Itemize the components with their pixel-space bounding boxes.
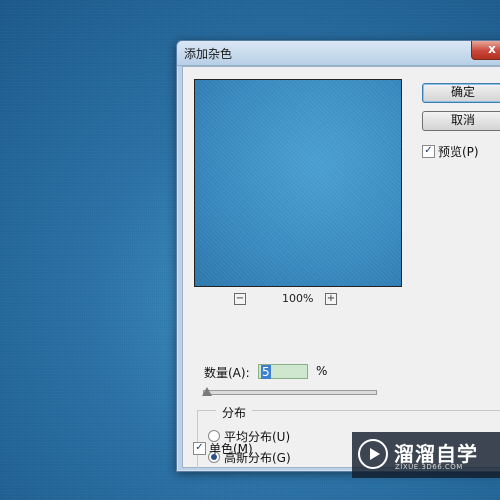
preview-checkbox[interactable]: ✓ xyxy=(422,145,435,158)
zoom-out-button[interactable]: − xyxy=(234,293,246,305)
monochrome-checkbox[interactable]: ✓ xyxy=(193,442,206,455)
amount-slider-thumb[interactable] xyxy=(202,387,213,396)
dialog-titlebar[interactable]: 添加杂色 x xyxy=(177,41,500,66)
amount-input[interactable]: 5 xyxy=(258,364,308,379)
dialog-title: 添加杂色 xyxy=(184,47,233,61)
monochrome-label: 单色(M) xyxy=(209,442,253,456)
cancel-button[interactable]: 取消 xyxy=(422,111,500,131)
amount-label: 数量(A): xyxy=(204,366,250,380)
watermark: 溜溜自学 ZIXUE.3D66.COM xyxy=(352,432,500,478)
noise-preview[interactable] xyxy=(194,79,402,287)
amount-value: 5 xyxy=(261,365,271,379)
preview-checkbox-label: 预览(P) xyxy=(438,145,479,159)
dialog-content: − 100% + 确定 取消 ✓ 预览(P) 数量(A): 5 % 分布 平均分… xyxy=(182,66,500,468)
zoom-level: 100% xyxy=(282,292,314,305)
ok-button[interactable]: 确定 xyxy=(422,83,500,103)
zoom-in-button[interactable]: + xyxy=(325,293,337,305)
amount-unit: % xyxy=(316,364,328,378)
add-noise-dialog: 添加杂色 x − 100% + 确定 取消 ✓ 预览(P) 数量(A): 5 %… xyxy=(176,40,500,472)
play-logo-icon xyxy=(358,439,388,469)
distribution-group-title: 分布 xyxy=(216,404,253,421)
close-button[interactable]: x xyxy=(471,41,500,60)
amount-slider-track[interactable] xyxy=(203,390,377,395)
watermark-url: ZIXUE.3D66.COM xyxy=(395,463,463,471)
